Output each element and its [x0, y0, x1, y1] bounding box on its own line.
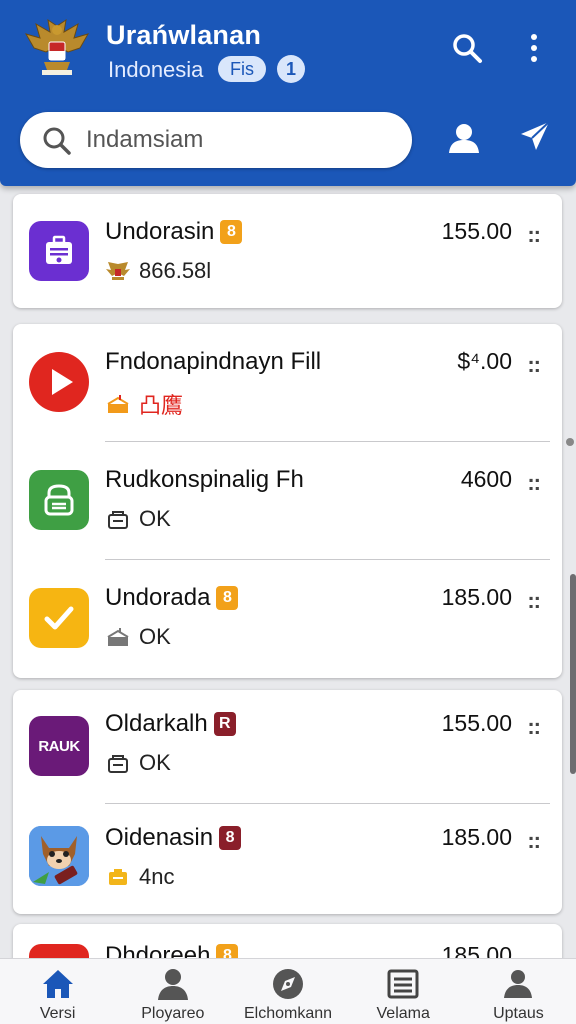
emblem-icon — [105, 260, 131, 282]
app-subtitle-row: OK — [105, 506, 171, 532]
app-meta: 866.58l — [139, 258, 212, 283]
list-item[interactable]: Fndonapindnayn Fill 凸鷹 $⁴.00 :: — [13, 324, 562, 442]
list-item[interactable]: RAUK Oldarkalh R OK 155.00 :: — [13, 690, 562, 804]
cake-icon — [105, 626, 131, 648]
list-card: Fndonapindnayn Fill 凸鷹 $⁴.00 :: Rudkonsp… — [13, 324, 562, 678]
app-meta: 4nc — [139, 864, 175, 889]
drag-handle-icon[interactable]: :: — [527, 352, 541, 378]
app-price: 185.00 — [441, 824, 512, 850]
app-price: 155.00 — [441, 710, 512, 736]
compass-icon — [270, 967, 306, 1001]
list-item[interactable]: Undorasin 8 866.58l 155.00 :: — [13, 194, 562, 308]
check-icon — [29, 588, 89, 648]
search-bar[interactable] — [20, 112, 412, 168]
garuda-emblem-icon — [24, 18, 90, 75]
scroll-indicator-dot — [566, 438, 574, 446]
text-logo-icon: RAUK — [29, 716, 89, 776]
app-list: Undorasin 8 866.58l 155.00 :: Fndonapindn… — [0, 186, 576, 958]
cake-icon — [105, 393, 131, 415]
app-name: Undorasin 8 — [105, 218, 243, 246]
nav-item-versi[interactable]: Versi — [0, 959, 115, 1024]
nav-label: Uptaus — [493, 1005, 544, 1022]
app-name: Fndonapindnayn Fill — [105, 348, 322, 375]
nav-item-ployareo[interactable]: Ployareo — [115, 959, 230, 1024]
nav-label: Elchomkann — [243, 1005, 333, 1022]
drag-handle-icon[interactable]: :: — [527, 588, 541, 614]
app-meta: 凸鷹 — [139, 393, 184, 418]
count-badge[interactable]: 1 — [277, 55, 305, 83]
battery-icon — [105, 866, 131, 888]
search-input[interactable] — [86, 122, 396, 158]
app-price: 4600 — [460, 466, 512, 492]
nav-label: Ployareo — [141, 1005, 205, 1022]
list-card: Dhdoreeh 8 185.00 — [13, 924, 562, 958]
drag-handle-icon[interactable]: :: — [527, 828, 541, 854]
search-field-icon — [43, 127, 71, 155]
list-item[interactable]: Dhdoreeh 8 185.00 — [13, 924, 562, 958]
app-meta: OK — [139, 506, 171, 531]
app-subtitle-row: OK — [105, 750, 171, 776]
app-price: 155.00 — [441, 218, 512, 244]
drag-handle-icon[interactable]: :: — [527, 714, 541, 740]
drag-handle-icon[interactable]: :: — [527, 470, 541, 496]
user-group-icon — [500, 967, 536, 1001]
person-icon — [155, 967, 191, 1001]
fox-icon — [29, 826, 89, 886]
list-card: Undorasin 8 866.58l 155.00 :: — [13, 194, 562, 308]
app-title: Urańwlanan — [106, 20, 262, 50]
app-bar: Urańwlanan Indonesia Fis 1 — [0, 0, 576, 186]
logo-text: RAUK — [38, 737, 80, 755]
nav-label: Versi — [39, 1005, 76, 1022]
filter-chip[interactable]: Fis — [218, 56, 266, 82]
app-name: Rudkonspinalig Fh — [105, 466, 304, 493]
search-icon[interactable] — [447, 28, 487, 68]
app-subtitle-row: 866.58l — [105, 258, 211, 284]
app-subtitle-row: 4nc — [105, 864, 174, 890]
app-subtitle-row: OK — [105, 624, 171, 650]
app-subtitle-row: 凸鷹 — [105, 388, 183, 420]
app-price: $⁴.00 — [457, 348, 512, 374]
list-icon — [385, 967, 421, 1001]
briefcase-icon — [29, 221, 89, 281]
app-name: Undorada 8 — [105, 584, 239, 612]
app-tag: 8 — [216, 944, 239, 958]
app-price: 185.00 — [441, 942, 512, 958]
nav-item-uptaus[interactable]: Uptaus — [461, 959, 576, 1024]
lock-icon — [29, 470, 89, 530]
play-icon — [29, 352, 89, 412]
bag-icon — [105, 752, 131, 774]
nav-item-velama[interactable]: Velama — [346, 959, 461, 1024]
app-tag: 8 — [220, 220, 243, 244]
app-name: Oidenasin 8 — [105, 824, 242, 852]
profile-icon[interactable] — [444, 118, 484, 158]
app-name: Dhdoreeh 8 — [105, 942, 239, 958]
app-meta: OK — [139, 624, 171, 649]
list-item[interactable]: Rudkonspinalig Fh OK 4600 :: — [13, 442, 562, 560]
bag-icon — [105, 508, 131, 530]
app-subtitle: Indonesia — [108, 57, 204, 82]
drag-handle-icon[interactable]: :: — [527, 222, 541, 248]
more-options-icon[interactable] — [514, 28, 554, 68]
nav-label: Velama — [376, 1005, 430, 1022]
bottom-navigation: Versi Ployareo Elchomkann Velama Uptaus — [0, 958, 576, 1024]
app-tag: 8 — [219, 826, 242, 850]
send-icon[interactable] — [515, 116, 555, 156]
app-meta: OK — [139, 750, 171, 775]
scrollbar[interactable] — [570, 574, 576, 774]
home-icon — [40, 967, 76, 1001]
app-price: 185.00 — [441, 584, 512, 610]
app-tag: 8 — [216, 586, 239, 610]
app-tag: R — [213, 712, 236, 736]
list-item[interactable]: Oidenasin 8 4nc 185.00 :: — [13, 804, 562, 914]
list-card: RAUK Oldarkalh R OK 155.00 :: Oidenasin 8 … — [13, 690, 562, 914]
nav-item-elchomkann[interactable]: Elchomkann — [230, 959, 345, 1024]
app-name: Oldarkalh R — [105, 710, 236, 738]
list-item[interactable]: Undorada 8 OK 185.00 :: — [13, 560, 562, 678]
play-icon — [29, 944, 89, 958]
